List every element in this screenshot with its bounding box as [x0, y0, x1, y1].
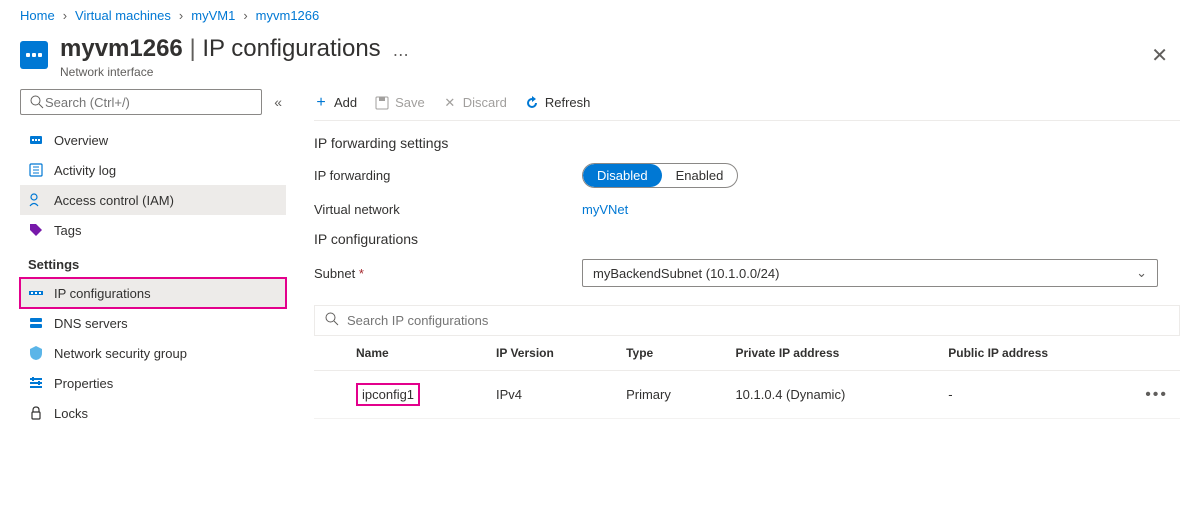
sidebar: « Overview Activity log Access control (…: [0, 89, 286, 428]
col-type: Type: [614, 336, 723, 371]
ip-forwarding-toggle[interactable]: Disabled Enabled: [582, 163, 738, 188]
col-ipversion: IP Version: [484, 336, 614, 371]
ipconfig-private: 10.1.0.4 (Dynamic): [723, 371, 936, 419]
subnet-label: Subnet *: [314, 266, 582, 281]
lock-icon: [28, 405, 44, 421]
add-button[interactable]: + Add: [314, 95, 357, 110]
col-name: Name: [344, 336, 484, 371]
sidebar-item-label: Properties: [54, 376, 113, 391]
resource-type-label: Network interface: [60, 65, 381, 79]
person-icon: [28, 192, 44, 208]
toggle-disabled[interactable]: Disabled: [583, 164, 662, 187]
tag-icon: [28, 222, 44, 238]
ip-forwarding-label: IP forwarding: [314, 168, 582, 183]
sidebar-item-label: Access control (IAM): [54, 193, 174, 208]
sidebar-item-properties[interactable]: Properties: [20, 368, 286, 398]
nic-small-icon: [28, 132, 44, 148]
ipconfig-name[interactable]: ipconfig1: [356, 383, 420, 406]
sidebar-item-dns[interactable]: DNS servers: [20, 308, 286, 338]
page-header: myvm1266 | IP configurations Network int…: [0, 31, 1200, 89]
properties-icon: [28, 375, 44, 391]
breadcrumb-home[interactable]: Home: [20, 8, 55, 23]
sidebar-item-label: Tags: [54, 223, 81, 238]
discard-button[interactable]: ✕ Discard: [443, 95, 507, 110]
subnet-value: myBackendSubnet (10.1.0.0/24): [593, 266, 779, 281]
more-icon[interactable]: ⋯: [393, 45, 409, 65]
sidebar-section-settings: Settings: [20, 245, 286, 278]
chevron-right-icon: ›: [179, 8, 183, 23]
chevron-right-icon: ›: [243, 8, 247, 23]
ipconfig-search-input[interactable]: [347, 313, 1169, 328]
save-icon: [375, 96, 389, 110]
ipconfig-icon: [28, 285, 44, 301]
main-content: + Add Save ✕ Discard Refresh IP forwardi…: [286, 89, 1200, 428]
toolbar: + Add Save ✕ Discard Refresh: [314, 89, 1180, 121]
col-private: Private IP address: [723, 336, 936, 371]
shield-icon: [28, 345, 44, 361]
page-title-text: IP configurations: [202, 35, 380, 62]
ipconfig-type: Primary: [614, 371, 723, 419]
sidebar-item-ip-configurations[interactable]: IP configurations: [20, 278, 286, 308]
sidebar-item-label: Network security group: [54, 346, 187, 361]
ipconfig-table: Name IP Version Type Private IP address …: [314, 336, 1180, 419]
collapse-sidebar-icon[interactable]: «: [270, 90, 286, 114]
search-icon: [29, 94, 45, 110]
refresh-icon: [525, 96, 539, 110]
ip-configurations-section-title: IP configurations: [314, 231, 1180, 247]
ipconfig-table-search[interactable]: [314, 305, 1180, 336]
ipconfig-public: -: [936, 371, 1133, 419]
ipconfig-version: IPv4: [484, 371, 614, 419]
button-label: Discard: [463, 95, 507, 110]
plus-icon: +: [314, 96, 328, 110]
sidebar-item-tags[interactable]: Tags: [20, 215, 286, 245]
sidebar-item-label: DNS servers: [54, 316, 128, 331]
ip-forwarding-section-title: IP forwarding settings: [314, 135, 1180, 151]
row-more-icon[interactable]: •••: [1133, 371, 1180, 419]
subnet-dropdown[interactable]: myBackendSubnet (10.1.0.0/24) ⌄: [582, 259, 1158, 287]
chevron-down-icon: ⌄: [1136, 265, 1147, 281]
log-icon: [28, 162, 44, 178]
sidebar-item-label: Overview: [54, 133, 108, 148]
sidebar-item-overview[interactable]: Overview: [20, 125, 286, 155]
breadcrumb-vm1[interactable]: myVM1: [191, 8, 235, 23]
breadcrumb-vms[interactable]: Virtual machines: [75, 8, 171, 23]
col-public: Public IP address: [936, 336, 1133, 371]
breadcrumb: Home › Virtual machines › myVM1 › myvm12…: [0, 0, 1200, 31]
button-label: Save: [395, 95, 425, 110]
toggle-enabled[interactable]: Enabled: [662, 164, 738, 187]
search-icon: [325, 312, 339, 329]
sidebar-item-locks[interactable]: Locks: [20, 398, 286, 428]
search-input[interactable]: [45, 95, 253, 110]
resource-name: myvm1266: [60, 35, 183, 62]
save-button[interactable]: Save: [375, 95, 425, 110]
chevron-right-icon: ›: [63, 8, 67, 23]
sidebar-search[interactable]: [20, 89, 262, 115]
close-icon[interactable]: ✕: [1139, 39, 1180, 72]
sidebar-item-iam[interactable]: Access control (IAM): [20, 185, 286, 215]
sidebar-item-activity-log[interactable]: Activity log: [20, 155, 286, 185]
vnet-label: Virtual network: [314, 202, 582, 217]
vnet-link[interactable]: myVNet: [582, 202, 628, 217]
table-row[interactable]: ipconfig1 IPv4 Primary 10.1.0.4 (Dynamic…: [314, 371, 1180, 419]
discard-icon: ✕: [443, 96, 457, 110]
dns-icon: [28, 315, 44, 331]
sidebar-item-label: IP configurations: [54, 286, 151, 301]
page-title: myvm1266 | IP configurations: [60, 35, 381, 63]
sidebar-item-label: Activity log: [54, 163, 116, 178]
refresh-button[interactable]: Refresh: [525, 95, 591, 110]
nic-icon: [20, 41, 48, 69]
sidebar-item-label: Locks: [54, 406, 88, 421]
sidebar-item-nsg[interactable]: Network security group: [20, 338, 286, 368]
button-label: Add: [334, 95, 357, 110]
breadcrumb-current[interactable]: myvm1266: [256, 8, 320, 23]
button-label: Refresh: [545, 95, 591, 110]
